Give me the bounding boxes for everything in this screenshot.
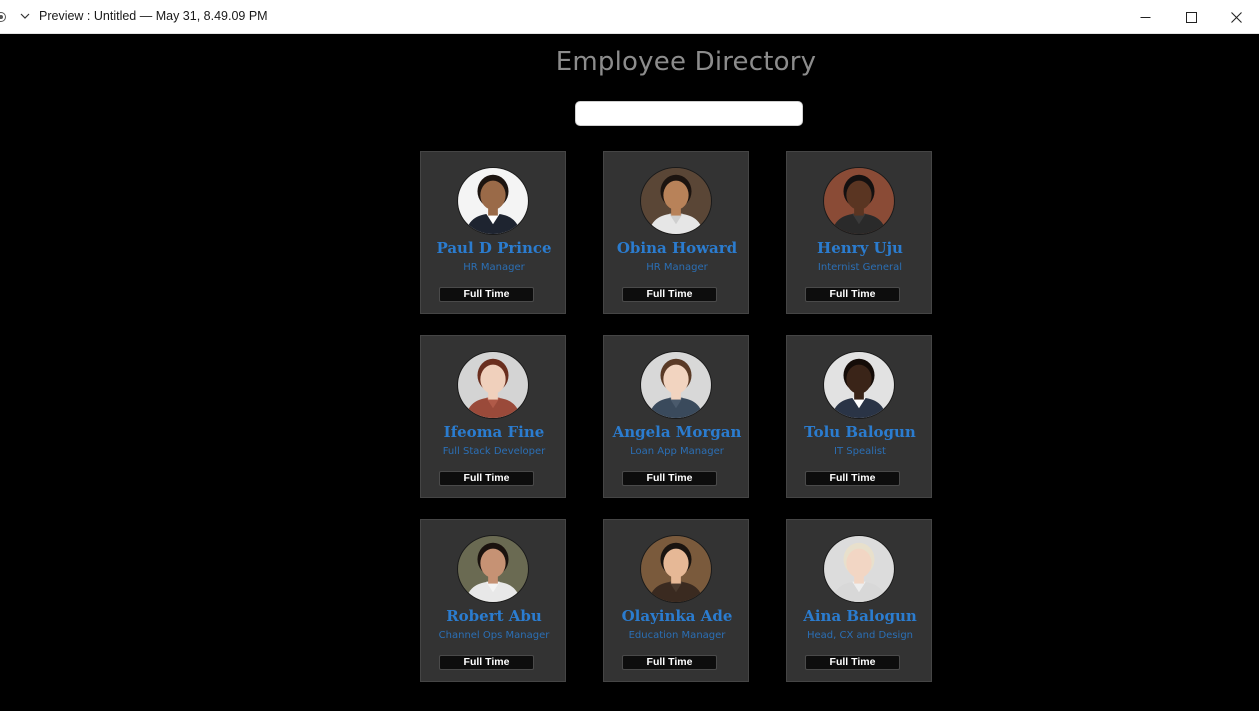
avatar: [457, 167, 529, 235]
avatar: [823, 535, 895, 603]
close-button[interactable]: [1213, 0, 1259, 34]
employment-status-badge: Full Time: [805, 287, 900, 302]
page-title: Employee Directory: [555, 47, 817, 77]
avatar-photo: [824, 352, 894, 418]
avatar: [457, 351, 529, 419]
avatar: [823, 351, 895, 419]
employee-name: Angela Morgan: [612, 423, 742, 441]
employee-role: IT Spealist: [834, 446, 886, 457]
avatar: [823, 167, 895, 235]
maximize-icon: [1185, 11, 1197, 23]
employee-card[interactable]: Ifeoma Fine Full Stack Developer Full Ti…: [420, 335, 566, 498]
avatar-photo: [458, 536, 528, 602]
window-title: Preview : Untitled — May 31, 8.49.09 PM: [39, 9, 268, 23]
employee-name: Robert Abu: [446, 607, 542, 625]
avatar-photo: [824, 168, 894, 234]
window-titlebar: Preview : Untitled — May 31, 8.49.09 PM: [0, 0, 1259, 34]
close-icon: [1230, 11, 1242, 23]
employee-grid: Paul D Prince HR Manager Full Time Obina…: [420, 151, 933, 682]
employee-name: Olayinka Ade: [621, 607, 733, 625]
employment-status-badge: Full Time: [439, 655, 534, 670]
employment-status-badge: Full Time: [439, 471, 534, 486]
employee-card[interactable]: Obina Howard HR Manager Full Time: [603, 151, 749, 314]
employee-name: Obina Howard: [616, 239, 738, 257]
employment-status-badge: Full Time: [622, 287, 717, 302]
employee-role: Full Stack Developer: [442, 446, 546, 457]
employment-status-badge: Full Time: [439, 287, 534, 302]
employee-card[interactable]: Angela Morgan Loan App Manager Full Time: [603, 335, 749, 498]
employee-name: Henry Uju: [817, 239, 903, 257]
employment-status-badge: Full Time: [805, 471, 900, 486]
employee-role: HR Manager: [646, 262, 708, 273]
app-content: Employee Directory Paul D Prince HR Mana…: [0, 34, 1259, 711]
employee-role: Channel Ops Manager: [438, 630, 550, 641]
maximize-button[interactable]: [1168, 0, 1214, 34]
employee-role: Head, CX and Design: [806, 630, 914, 641]
employee-name: Aina Balogun: [803, 607, 917, 625]
employee-role: HR Manager: [463, 262, 525, 273]
avatar: [457, 535, 529, 603]
employee-card[interactable]: Olayinka Ade Education Manager Full Time: [603, 519, 749, 682]
avatar-photo: [824, 536, 894, 602]
employee-card[interactable]: Tolu Balogun IT Spealist Full Time: [786, 335, 932, 498]
avatar-photo: [458, 168, 528, 234]
employee-role: Loan App Manager: [630, 446, 724, 457]
minimize-button[interactable]: [1122, 0, 1168, 34]
employee-role: Internist General: [817, 262, 903, 273]
search-input[interactable]: [575, 101, 803, 126]
avatar-photo: [641, 352, 711, 418]
employee-role: Education Manager: [628, 630, 726, 641]
chevron-down-icon[interactable]: [20, 11, 30, 21]
avatar-photo: [641, 168, 711, 234]
employee-name: Ifeoma Fine: [443, 423, 545, 441]
employee-name: Paul D Prince: [436, 239, 552, 257]
employee-card[interactable]: Aina Balogun Head, CX and Design Full Ti…: [786, 519, 932, 682]
employee-card[interactable]: Paul D Prince HR Manager Full Time: [420, 151, 566, 314]
employment-status-badge: Full Time: [622, 471, 717, 486]
employee-card[interactable]: Henry Uju Internist General Full Time: [786, 151, 932, 314]
employment-status-badge: Full Time: [622, 655, 717, 670]
avatar-photo: [641, 536, 711, 602]
avatar: [640, 535, 712, 603]
employee-card[interactable]: Robert Abu Channel Ops Manager Full Time: [420, 519, 566, 682]
avatar: [640, 167, 712, 235]
employee-name: Tolu Balogun: [804, 423, 916, 441]
employment-status-badge: Full Time: [805, 655, 900, 670]
app-icon[interactable]: [0, 12, 6, 22]
avatar: [640, 351, 712, 419]
minimize-icon: [1140, 16, 1150, 18]
avatar-photo: [458, 352, 528, 418]
